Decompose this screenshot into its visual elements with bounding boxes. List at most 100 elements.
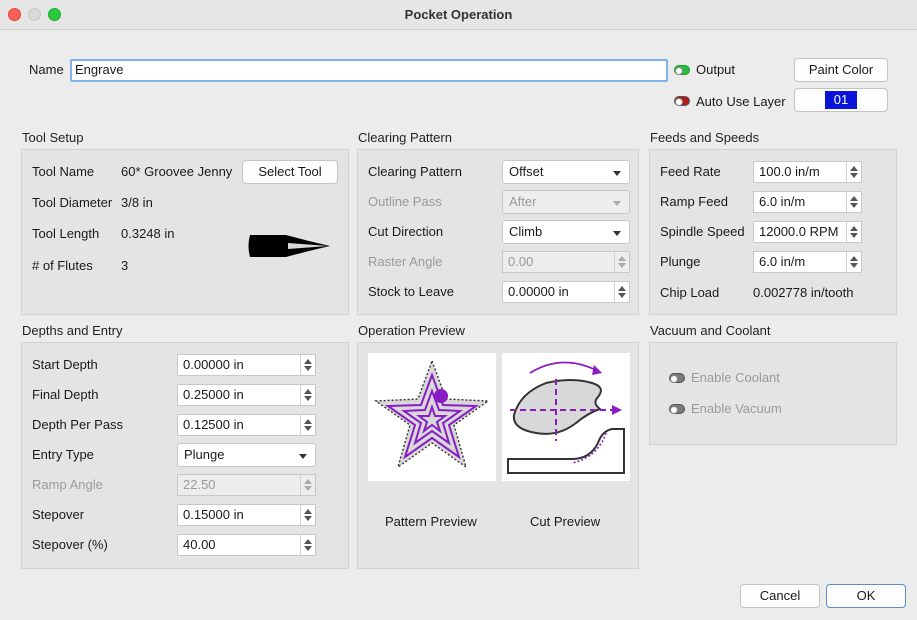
final-depth-label: Final Depth [32,387,99,402]
chevron-down-icon [299,454,307,459]
cancel-button[interactable]: Cancel [740,584,820,608]
v-bit-tool-icon [248,235,330,257]
flutes-value: 3 [121,258,129,273]
auto-use-layer-toggle[interactable] [674,96,690,106]
cut-preview-label: Cut Preview [530,514,601,529]
outline-pass-value: After [509,194,537,209]
plunge-value: 6.0 in/m [759,254,806,269]
auto-use-layer-label: Auto Use Layer [696,94,786,109]
tool-setup-title: Tool Setup [22,130,84,145]
stepover-pct-input[interactable]: 40.00 [177,534,316,556]
entry-type-select[interactable]: Plunge [177,443,316,467]
ramp-angle-label: Ramp Angle [32,477,103,492]
depth-per-pass-stepper[interactable] [300,415,315,435]
raster-angle-value: 0.00 [508,254,534,269]
final-depth-stepper[interactable] [300,385,315,405]
feed-rate-label: Feed Rate [660,164,721,179]
cut-preview-image [502,353,630,481]
stock-to-leave-stepper[interactable] [614,282,629,302]
title-bar: Pocket Operation [0,0,917,30]
clearing-pattern-select[interactable]: Offset [502,160,630,184]
clearing-pattern-value: Offset [509,164,544,179]
stock-to-leave-input[interactable]: 0.00000 in [502,281,630,303]
depths-entry-title: Depths and Entry [22,323,123,338]
tool-diameter-label: Tool Diameter [32,195,113,210]
ramp-angle-value: 22.50 [183,477,216,492]
clearing-pattern-label: Clearing Pattern [368,164,462,179]
select-tool-button[interactable]: Select Tool [242,160,338,184]
ramp-feed-stepper[interactable] [846,192,861,212]
entry-type-value: Plunge [184,447,225,462]
spindle-speed-input[interactable]: 12000.0 RPM [753,221,862,243]
tool-name-value: 60* Groovee Jenny [121,164,233,179]
name-label: Name [29,62,64,77]
layer-select-button[interactable]: 01 [794,88,888,112]
paint-color-button[interactable]: Paint Color [794,58,888,82]
stepover-pct-value: 40.00 [183,537,216,552]
stepover-input[interactable]: 0.15000 in [177,504,316,526]
enable-coolant-toggle[interactable] [669,373,685,383]
cut-direction-label: Cut Direction [368,224,444,239]
ramp-angle-input[interactable]: 22.50 [177,474,316,496]
pattern-preview-label: Pattern Preview [385,514,477,529]
cut-direction-diagram-icon [507,361,625,474]
start-depth-label: Start Depth [32,357,98,372]
output-toggle[interactable] [674,65,690,75]
feed-rate-value: 100.0 in/m [759,164,820,179]
depth-per-pass-label: Depth Per Pass [32,417,124,432]
plunge-stepper[interactable] [846,252,861,272]
chip-load-value: 0.002778 in/tooth [753,285,854,300]
operation-preview-title: Operation Preview [358,323,465,338]
start-depth-input[interactable]: 0.00000 in [177,354,316,376]
tool-name-label: Tool Name [32,164,95,179]
cut-direction-value: Climb [509,224,543,239]
enable-vacuum-label: Enable Vacuum [691,401,782,416]
plunge-input[interactable]: 6.0 in/m [753,251,862,273]
depth-per-pass-input[interactable]: 0.12500 in [177,414,316,436]
spindle-speed-stepper[interactable] [846,222,861,242]
start-depth-value: 0.00000 in [183,357,244,372]
plunge-label: Plunge [660,254,701,269]
stepover-label: Stepover [32,507,85,522]
stock-to-leave-value: 0.00000 in [508,284,569,299]
layer-swatch: 01 [825,91,857,109]
vacuum-coolant-title: Vacuum and Coolant [650,323,771,338]
chip-load-label: Chip Load [660,285,720,300]
entry-type-label: Entry Type [32,447,94,462]
chevron-down-icon [613,231,621,236]
stepover-stepper[interactable] [300,505,315,525]
stepover-pct-label: Stepover (%) [32,537,108,552]
raster-angle-stepper[interactable] [614,252,629,272]
star-pocket-pattern-icon [373,358,491,469]
name-input[interactable]: Engrave [70,59,668,82]
vacuum-coolant-group [649,342,897,445]
cut-direction-select[interactable]: Climb [502,220,630,244]
depth-per-pass-value: 0.12500 in [183,417,244,432]
enable-coolant-label: Enable Coolant [691,370,780,385]
ok-button[interactable]: OK [826,584,906,608]
output-label: Output [696,62,736,77]
tool-length-value: 0.3248 in [121,226,175,241]
spindle-speed-label: Spindle Speed [660,224,745,239]
ramp-angle-stepper[interactable] [300,475,315,495]
stock-to-leave-label: Stock to Leave [368,284,454,299]
window-title: Pocket Operation [404,7,513,22]
outline-pass-select[interactable]: After [502,190,630,214]
feed-rate-stepper[interactable] [846,162,861,182]
stepover-value: 0.15000 in [183,507,244,522]
flutes-label: # of Flutes [32,258,93,273]
feeds-speeds-title: Feeds and Speeds [650,130,760,145]
raster-angle-label: Raster Angle [368,254,443,269]
ramp-feed-value: 6.0 in/m [759,194,806,209]
feed-rate-input[interactable]: 100.0 in/m [753,161,862,183]
ramp-feed-input[interactable]: 6.0 in/m [753,191,862,213]
start-depth-stepper[interactable] [300,355,315,375]
chevron-down-icon [613,171,621,176]
pattern-preview-image [368,353,496,481]
spindle-speed-value: 12000.0 RPM [759,224,839,239]
ramp-feed-label: Ramp Feed [660,194,728,209]
stepover-pct-stepper[interactable] [300,535,315,555]
final-depth-input[interactable]: 0.25000 in [177,384,316,406]
enable-vacuum-toggle[interactable] [669,404,685,414]
raster-angle-input[interactable]: 0.00 [502,251,630,273]
